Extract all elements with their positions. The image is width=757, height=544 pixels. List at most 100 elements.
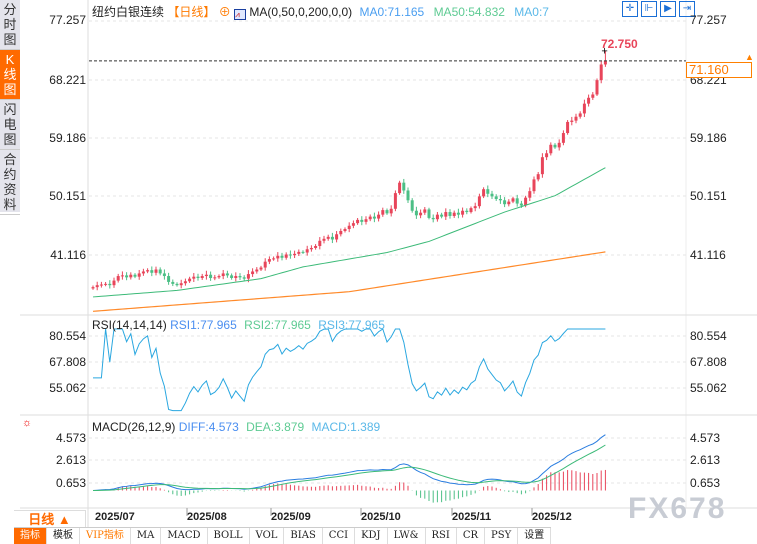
indicator-tab[interactable]: CCI [323, 528, 356, 544]
candle-body [150, 270, 154, 273]
candle-body [461, 210, 465, 215]
candle-body [498, 198, 502, 201]
candle-body [524, 197, 528, 206]
candle-body [561, 133, 565, 143]
candle-body [297, 251, 301, 254]
candle-body [545, 153, 549, 158]
rsi-tick: 80.554 [690, 329, 727, 343]
candle-body [532, 179, 536, 192]
candle-body [423, 209, 427, 213]
candle-body [599, 64, 603, 81]
candle-body [377, 214, 381, 219]
indicator-tab[interactable]: MA [131, 528, 162, 544]
candle-body [288, 254, 292, 256]
period-selector[interactable]: 日线 ▲ [14, 510, 86, 528]
candle-body [120, 275, 124, 277]
candle-body [515, 198, 519, 204]
indicator-tab[interactable]: 模板 [47, 528, 80, 544]
view-tab[interactable]: K线图 [0, 50, 20, 100]
indicator-tab[interactable]: CR [457, 528, 486, 544]
candle-body [364, 219, 368, 222]
candle-body [221, 273, 225, 277]
indicator-tab[interactable]: LW& [388, 528, 426, 544]
rsi-tick: 55.062 [49, 381, 86, 395]
candle-body [570, 120, 574, 122]
candle-body [381, 210, 385, 215]
crosshair-icon[interactable]: ✛ [622, 1, 638, 17]
right-price-tick: 50.151 [690, 189, 727, 203]
rsi-line [93, 328, 606, 412]
candle-body [536, 174, 540, 180]
rsi-params[interactable]: RSI(14,14,14) [92, 318, 167, 332]
candle-body [578, 113, 582, 117]
left-price-tick: 59.186 [49, 131, 86, 145]
candle-body [154, 269, 158, 273]
candle-body [167, 276, 171, 282]
indicator-tab[interactable]: 设置 [518, 528, 552, 544]
macd-params[interactable]: MACD(26,12,9) [92, 420, 175, 434]
period-tag: 【日线】 [167, 5, 216, 19]
rsi2-value: RSI2:77.965 [244, 318, 311, 332]
chart-toolbar: ✛ ⊩ ▶ ⇥ [622, 1, 695, 17]
view-tab[interactable]: 闪电图 [0, 100, 20, 150]
candle-body [330, 236, 334, 240]
candle-body [183, 281, 187, 284]
candle-body [188, 278, 192, 282]
indicator-tabs: 指标 模板 VIP指标 MA MACD BOLL VOL BIAS CCI KDJ LW& RSI CR… [14, 527, 552, 544]
price-alert-icon[interactable]: ▲ [745, 52, 754, 62]
indicator-tab[interactable]: BOLL [208, 528, 250, 544]
candle-body [91, 287, 95, 289]
diff-value: DIFF:4.573 [178, 420, 239, 434]
candle-body [234, 276, 238, 279]
candle-body [385, 210, 389, 214]
right-price-tick: 41.116 [690, 248, 726, 262]
candle-body [473, 206, 477, 209]
view-tab[interactable]: 分时图 [0, 0, 20, 50]
indicator-settings-icon[interactable]: ☼ [22, 417, 32, 429]
dea-line [92, 444, 606, 492]
candle-body [280, 255, 284, 258]
candle-body [351, 223, 355, 226]
date-label: 2025/07 [95, 511, 135, 523]
right-price-tick: 77.257 [690, 13, 727, 27]
chart-canvas[interactable]: + [0, 0, 757, 544]
indicator-tab[interactable]: VIP指标 [80, 528, 131, 544]
indicator-chart-icon[interactable]: ⩘ [234, 9, 247, 20]
candle-body [574, 116, 578, 121]
indicator-tab[interactable]: PSY [485, 528, 519, 544]
candle-body [146, 270, 150, 272]
candle-body [225, 273, 229, 276]
candle-body [444, 212, 448, 217]
candle-body [507, 201, 511, 205]
indicator-tab[interactable]: MACD [161, 528, 208, 544]
candle-body [557, 142, 561, 148]
candle-body [477, 196, 481, 207]
candle-body [104, 283, 108, 285]
play-range-icon[interactable]: ▶ [660, 1, 676, 17]
candle-body [343, 229, 347, 231]
indicator-tab[interactable]: KDJ [355, 528, 388, 544]
candle-body [490, 193, 494, 197]
candle-body [129, 274, 133, 278]
candle-body [398, 182, 402, 194]
rsi-tick: 55.062 [690, 381, 727, 395]
candle-body [263, 261, 267, 268]
indicator-tab[interactable]: 指标 [14, 528, 47, 544]
candle-body [272, 258, 276, 260]
fit-range-icon[interactable]: ⊩ [641, 1, 657, 17]
candle-body [389, 208, 393, 214]
candle-body [549, 144, 553, 154]
indicator-tab[interactable]: VOL [250, 528, 285, 544]
chart-header: 纽约白银连续 【日线】 ⊕ ⩘ MA(0,50,0,200,0,0) MA0:7… [92, 3, 549, 20]
watermark-logo: FX678 [628, 492, 727, 525]
candle-body [486, 189, 490, 194]
candle-body [196, 276, 200, 279]
candle-body [440, 214, 444, 217]
ma-params[interactable]: MA(0,50,0,200,0,0) [249, 5, 352, 19]
view-tab[interactable]: 合约资料 [0, 150, 20, 215]
indicator-tab[interactable]: BIAS [284, 528, 323, 544]
indicator-tab[interactable]: RSI [426, 528, 457, 544]
add-compare-icon[interactable]: ⊕ [219, 5, 231, 19]
candle-body [414, 210, 418, 216]
dea-value: DEA:3.879 [246, 420, 305, 434]
